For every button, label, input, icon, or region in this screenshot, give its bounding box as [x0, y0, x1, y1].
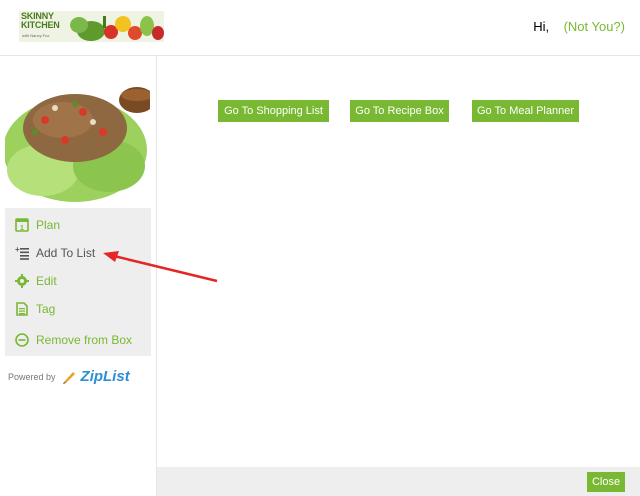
go-to-meal-planner-button[interactable]: Go To Meal Planner	[472, 100, 579, 122]
lettuce-wrap-image	[5, 60, 150, 207]
svg-text:1: 1	[20, 225, 24, 232]
powered-by-text: Powered by	[8, 371, 56, 382]
recipe-photo	[5, 60, 150, 207]
add-to-list-icon: +	[15, 245, 29, 260]
tag-label: Tag	[36, 302, 56, 316]
vegetables-illustration	[70, 16, 164, 41]
recipe-actions-menu: 1 Plan + Add To List Edit Tag Remove fro…	[5, 208, 151, 356]
not-you-link[interactable]: (Not You?)	[564, 19, 625, 34]
add-to-list-label: Add To List	[36, 246, 96, 260]
skinny-kitchen-logo[interactable]: SKINNY KITCHEN with Nancy Fox	[19, 11, 164, 42]
remove-from-box-label: Remove from Box	[36, 333, 133, 347]
close-button[interactable]: Close	[587, 472, 625, 492]
dialog-footer: Close	[157, 467, 640, 496]
user-greeting: Hi, (Not You?)	[533, 19, 625, 34]
sidebar-item-add-to-list[interactable]: + Add To List	[15, 244, 95, 262]
sidebar-item-edit[interactable]: Edit	[15, 272, 57, 290]
calendar-icon: 1	[15, 218, 29, 232]
go-to-recipe-box-button[interactable]: Go To Recipe Box	[350, 100, 449, 122]
edit-label: Edit	[36, 274, 57, 288]
plan-label: Plan	[36, 218, 61, 232]
greeting-text: Hi,	[533, 19, 550, 34]
minus-circle-icon	[15, 333, 29, 347]
sidebar-item-remove-from-box[interactable]: Remove from Box	[15, 331, 132, 349]
ziplist-logo-icon	[62, 370, 76, 384]
top-bar: SKINNY KITCHEN with Nancy Fox Hi, (Not Yo…	[0, 0, 640, 56]
svg-text:+: +	[15, 246, 20, 254]
ziplist-logo: ZipList	[80, 368, 130, 385]
document-icon	[15, 302, 29, 316]
go-to-shopping-list-button[interactable]: Go To Shopping List	[218, 100, 329, 122]
sidebar-item-tag[interactable]: Tag	[15, 300, 55, 318]
powered-by-ziplist[interactable]: Powered by ZipList	[8, 368, 130, 385]
left-sidebar: 1 Plan + Add To List Edit Tag Remove fro…	[0, 56, 157, 496]
sidebar-item-plan[interactable]: 1 Plan	[15, 216, 60, 234]
gear-icon	[15, 274, 29, 288]
